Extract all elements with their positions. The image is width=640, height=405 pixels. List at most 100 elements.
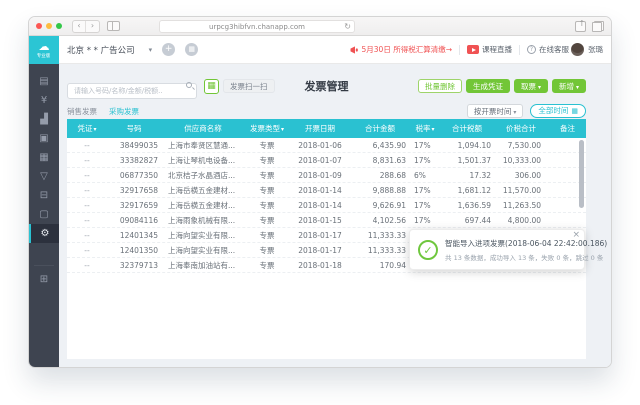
- live-link[interactable]: 课程直播: [482, 44, 512, 55]
- sidebar-item-printer[interactable]: ⊟: [29, 186, 59, 205]
- table-scrollbar[interactable]: [579, 140, 584, 208]
- table-cell: 17%: [409, 141, 441, 150]
- table-cell: 17%: [409, 156, 441, 165]
- column-label: 凭证: [77, 124, 92, 133]
- company-name: 北京 * * 广告公司: [67, 44, 135, 56]
- table-cell: 6%: [409, 171, 441, 180]
- browser-window: ‹ › urpcg3hibfvn.chanapp.com ↻ ☁ 专业版 ▤¥▟…: [28, 16, 612, 368]
- tab-sales-invoice[interactable]: 销售发票: [67, 106, 97, 117]
- fetch-invoice-button[interactable]: 取票▾: [514, 79, 548, 93]
- content: ▦ 发票扫一扫 发票管理 批量删除 生成凭证 取票▾ 新增▾ 销售发票: [59, 64, 611, 367]
- sidebar-item-reports-chart[interactable]: ▟: [29, 110, 59, 129]
- add-account-button[interactable]: +: [162, 43, 175, 56]
- table-cell: 17.32: [441, 171, 493, 180]
- column-header: 合计税额: [441, 123, 493, 134]
- column-label: 合计金额: [365, 124, 395, 133]
- table-cell: 170.94: [351, 261, 409, 270]
- table-cell: 9,626.91: [351, 201, 409, 210]
- apps-grid-button[interactable]: ▦: [185, 43, 198, 56]
- add-new-button[interactable]: 新增▾: [552, 79, 586, 93]
- username[interactable]: 张璐: [588, 44, 603, 55]
- nav-buttons: ‹ ›: [72, 20, 100, 33]
- date-range-button[interactable]: 全部时间▦: [530, 104, 586, 118]
- search-input[interactable]: [67, 83, 197, 99]
- app-topbar: 北京 * * 广告公司 ▾ + ▦ 5月30日 所得税汇算清缴→ 课程直播: [59, 36, 611, 64]
- table-row[interactable]: --06877350北京桔子水晶酒店...专票2018-01-09288.686…: [67, 168, 586, 183]
- announcement-link[interactable]: 5月30日 所得税汇算清缴→: [349, 44, 452, 55]
- sidebar-item-doc-search[interactable]: ▢: [29, 205, 59, 224]
- table-cell: 10,333.00: [493, 156, 549, 165]
- toast-text: 智能导入进项发票(2018-06-04 22:42:00.186) 共 13 条…: [445, 238, 576, 262]
- tab-overview-icon[interactable]: [592, 21, 604, 32]
- table-row[interactable]: --32917658上海岳横五金建材...专票2018-01-149,888.8…: [67, 183, 586, 198]
- column-header[interactable]: 发票类型▾: [245, 123, 289, 134]
- table-cell: 306.00: [493, 171, 549, 180]
- cash-icon: ¥: [41, 95, 47, 106]
- zoom-window-button[interactable]: [56, 23, 62, 29]
- table-cell: 2018-01-15: [289, 216, 351, 225]
- table-cell: 9,888.88: [351, 186, 409, 195]
- close-icon[interactable]: ×: [572, 230, 580, 240]
- cloud-logo-icon: ☁: [39, 42, 50, 52]
- table-cell: 11,570.00: [493, 186, 549, 195]
- reports-chart-icon: ▟: [40, 114, 48, 125]
- sort-by-date-button[interactable]: 按开票时间▾: [467, 104, 524, 118]
- table-cell: --: [67, 171, 107, 180]
- help-link[interactable]: 在线客服: [539, 44, 569, 55]
- share-icon[interactable]: [575, 21, 586, 32]
- page-title: 发票管理: [305, 78, 349, 94]
- table-cell: 2018-01-17: [289, 246, 351, 255]
- refresh-icon[interactable]: ↻: [344, 21, 351, 33]
- sidebar-item-settings-gear[interactable]: ⚙: [29, 224, 59, 243]
- generate-voucher-button[interactable]: 生成凭证: [466, 79, 510, 93]
- sidebar-item-basket[interactable]: ⊞: [29, 270, 59, 289]
- table-row[interactable]: --09084116上海雨象机械有限...专票2018-01-154,102.5…: [67, 213, 586, 228]
- table-cell: 专票: [245, 155, 289, 166]
- column-header[interactable]: 凭证▾: [67, 123, 107, 134]
- table-cell: 7,530.00: [493, 141, 549, 150]
- assets-box-icon: ▣: [39, 133, 48, 144]
- table-row[interactable]: --33382827上海让琴机电设备...专票2018-01-078,831.6…: [67, 153, 586, 168]
- sidebar-item-cash[interactable]: ¥: [29, 91, 59, 110]
- column-label: 备注: [560, 124, 575, 133]
- toast-title: 智能导入进项发票(2018-06-04 22:42:00.186): [445, 238, 576, 249]
- toolbar: ▦ 发票扫一扫 发票管理 批量删除 生成凭证 取票▾ 新增▾: [67, 78, 586, 94]
- avatar[interactable]: [571, 43, 584, 56]
- tab-purchase-invoice[interactable]: 采购发票: [109, 106, 139, 117]
- table-cell: 上海向望实业有限...: [161, 230, 245, 241]
- close-window-button[interactable]: [36, 23, 42, 29]
- invoice-scan-button[interactable]: ▦: [204, 79, 219, 94]
- table-cell: 上海雨象机械有限...: [161, 215, 245, 226]
- sidebar-item-invoice-journal[interactable]: ▤: [29, 72, 59, 91]
- printer-icon: ⊟: [40, 190, 48, 201]
- table-cell: --: [67, 246, 107, 255]
- chevron-down-icon: ▾: [538, 84, 541, 91]
- forward-button[interactable]: ›: [86, 21, 99, 32]
- settings-gear-icon: ⚙: [41, 228, 50, 239]
- back-button[interactable]: ‹: [73, 21, 86, 32]
- chevron-down-icon: ▾: [149, 46, 153, 54]
- divider: [519, 45, 520, 55]
- column-header: 备注: [549, 123, 586, 134]
- table-cell: 32917658: [107, 186, 161, 195]
- invoice-scan-label[interactable]: 发票扫一扫: [223, 79, 275, 93]
- column-label: 发票类型: [250, 124, 280, 133]
- sidebar-item-funnel[interactable]: ▽: [29, 167, 59, 186]
- table-row[interactable]: --32917659上海岳横五金建材...专票2018-01-149,626.9…: [67, 198, 586, 213]
- chrome-right-buttons: [575, 21, 604, 32]
- table-cell: 1,094.10: [441, 141, 493, 150]
- toolbar-actions: 批量删除 生成凭证 取票▾ 新增▾: [418, 79, 586, 93]
- table-cell: --: [67, 231, 107, 240]
- sidebar-toggle-icon[interactable]: [107, 21, 120, 31]
- sidebar-item-assets-box[interactable]: ▣: [29, 129, 59, 148]
- sidebar-item-calendar[interactable]: ▦: [29, 148, 59, 167]
- minimize-window-button[interactable]: [46, 23, 52, 29]
- url-bar[interactable]: urpcg3hibfvn.chanapp.com ↻: [159, 20, 355, 33]
- column-header: 开票日期: [289, 123, 351, 134]
- column-header[interactable]: 税率▾: [409, 123, 441, 134]
- table-cell: 32379713: [107, 261, 161, 270]
- table-cell: --: [67, 216, 107, 225]
- company-selector[interactable]: 北京 * * 广告公司 ▾: [67, 44, 152, 56]
- table-row[interactable]: --38499035上海市奉贤区慧通...专票2018-01-066,435.9…: [67, 138, 586, 153]
- batch-delete-button[interactable]: 批量删除: [418, 79, 462, 93]
